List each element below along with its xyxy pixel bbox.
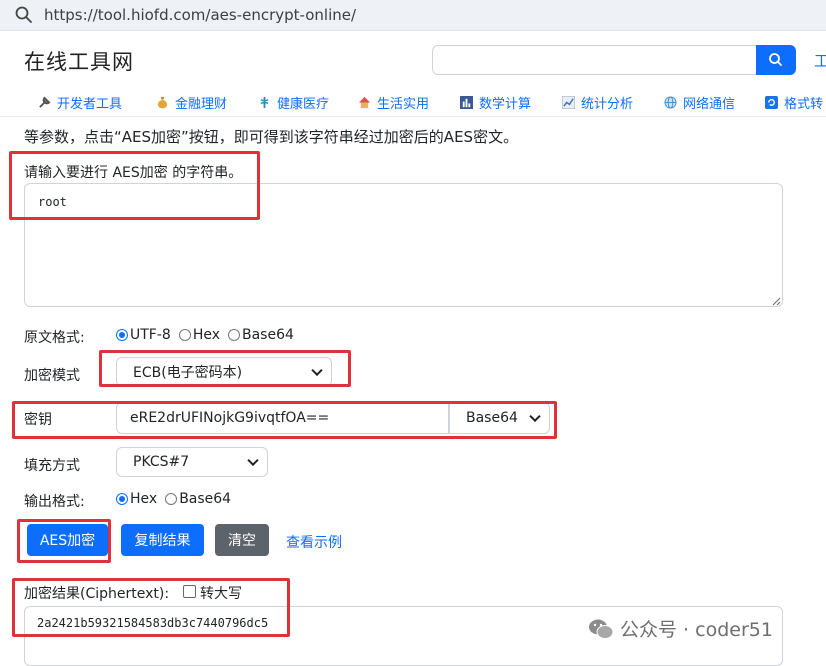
radio-label: Hex [130,491,158,507]
highlight-encrypt-button [17,519,111,563]
radio-checked-icon [116,493,128,505]
nav-label: 网络通信 [683,97,736,112]
search-icon [15,6,32,23]
radio-unchecked-icon [228,329,240,341]
output-format-radios: Hex Base64 [116,491,239,507]
radio-label: UTF-8 [130,327,171,343]
radio-hex[interactable]: Hex [178,327,220,343]
caduceus-icon [260,96,269,109]
watermark-text: 公众号 · coder51 [620,619,773,641]
resize-handle-icon[interactable] [771,296,781,306]
nav-item-developer-tools[interactable]: 开发者工具 [38,93,122,112]
nav-item-health[interactable]: 健康医疗 [258,93,329,112]
nav-item-life[interactable]: 生活实用 [358,93,429,112]
bar-chart-icon [460,96,473,109]
nav-item-network[interactable]: 网络通信 [664,93,735,112]
search-icon [769,53,782,66]
padding-select[interactable]: PKCS#7 [116,447,268,477]
site-search-button[interactable] [756,45,796,75]
plaintext-format-radios: UTF-8 Hex Base64 [116,327,302,343]
mode-label: 加密模式 [24,368,80,384]
radio-label: Hex [192,327,220,343]
watermark: 公众号 · coder51 [588,615,773,642]
radio-hex[interactable]: Hex [116,491,157,507]
nav-item-format[interactable]: 格式转 [765,93,823,112]
highlight-mode [99,350,351,387]
wrench-icon [39,96,51,108]
nav-label: 数学计算 [479,97,532,112]
copy-result-button[interactable]: 复制结果 [121,524,204,556]
radio-label: Base64 [179,491,232,507]
highlight-result [12,578,290,637]
nav-item-finance[interactable]: 金融理财 [156,93,227,112]
output-format-label: 输出格式: [24,494,85,510]
radio-unchecked-icon [178,329,191,341]
nav-label: 开发者工具 [57,97,123,112]
radio-unchecked-icon [165,493,178,505]
radio-utf8[interactable]: UTF-8 [116,327,171,343]
line-chart-icon [562,96,575,109]
radio-base64[interactable]: Base64 [165,491,231,507]
chevron-down-icon [247,454,259,467]
radio-checked-icon [116,329,128,341]
nav-item-math[interactable]: 数学计算 [460,93,531,112]
view-example-link[interactable]: 查看示例 [286,532,342,552]
wechat-icon [589,619,614,639]
house-icon [358,96,371,109]
nav-label: 统计分析 [581,97,634,112]
money-bag-icon [157,96,168,109]
nav-label: 生活实用 [377,97,430,112]
header-tool-link[interactable]: 工 [814,50,826,71]
highlight-input [9,151,260,220]
clear-button[interactable]: 清空 [215,524,269,556]
padding-label: 填充方式 [24,458,80,474]
site-title[interactable]: 在线工具网 [24,46,134,76]
nav-item-statistics[interactable]: 统计分析 [562,93,633,112]
nav-label: 金融理财 [175,97,228,112]
tool-description: 等参数，点击“AES加密”按钮，即可得到该字符串经过加密后的AES密文。 [24,128,519,146]
nav-label: 格式转 [784,97,824,112]
radio-base64[interactable]: Base64 [228,327,294,343]
plaintext-format-label: 原文格式: [24,330,85,346]
url-text[interactable]: https://tool.hiofd.com/aes-encrypt-onlin… [44,6,356,24]
globe-icon [664,96,677,109]
radio-label: Base64 [242,327,294,343]
refresh-icon [765,96,778,109]
nav-label: 健康医疗 [277,97,330,112]
padding-value: PKCS#7 [133,454,190,470]
highlight-key [12,401,557,439]
site-search-input[interactable] [432,45,757,75]
